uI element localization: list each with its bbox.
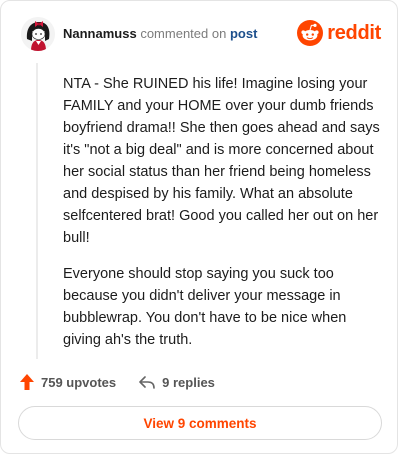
avatar[interactable] [21,17,55,51]
comment-actions: 759 upvotes 9 replies [19,373,215,391]
comment-body: NTA - She RUINED his life! Imagine losin… [63,73,381,365]
reply-count: 9 replies [162,374,215,390]
thread-line[interactable] [36,63,38,359]
commented-on-text: commented on [140,26,227,41]
replies-button[interactable]: 9 replies [138,374,215,390]
username-link[interactable]: Nannamuss [63,26,137,41]
comment-paragraph: Everyone should stop saying you suck too… [63,266,347,348]
comment-header: Nannamuss commented on post [63,26,257,42]
reddit-brand[interactable]: reddit [297,20,381,46]
reddit-wordmark: reddit [327,22,381,44]
upvote-count: 759 upvotes [41,374,117,390]
view-comments-button[interactable]: View 9 comments [18,406,382,440]
upvote-button[interactable]: 759 upvotes [19,373,116,391]
upvote-arrow-icon [20,374,34,390]
snoo-avatar-icon [21,17,55,51]
comment-card: Nannamuss commented on post reddit NTA -… [0,0,398,454]
reddit-logo-icon [297,20,324,46]
post-link[interactable]: post [230,26,257,41]
reply-arrow-icon [139,376,155,389]
comment-paragraph: NTA - She RUINED his life! Imagine losin… [63,76,380,246]
